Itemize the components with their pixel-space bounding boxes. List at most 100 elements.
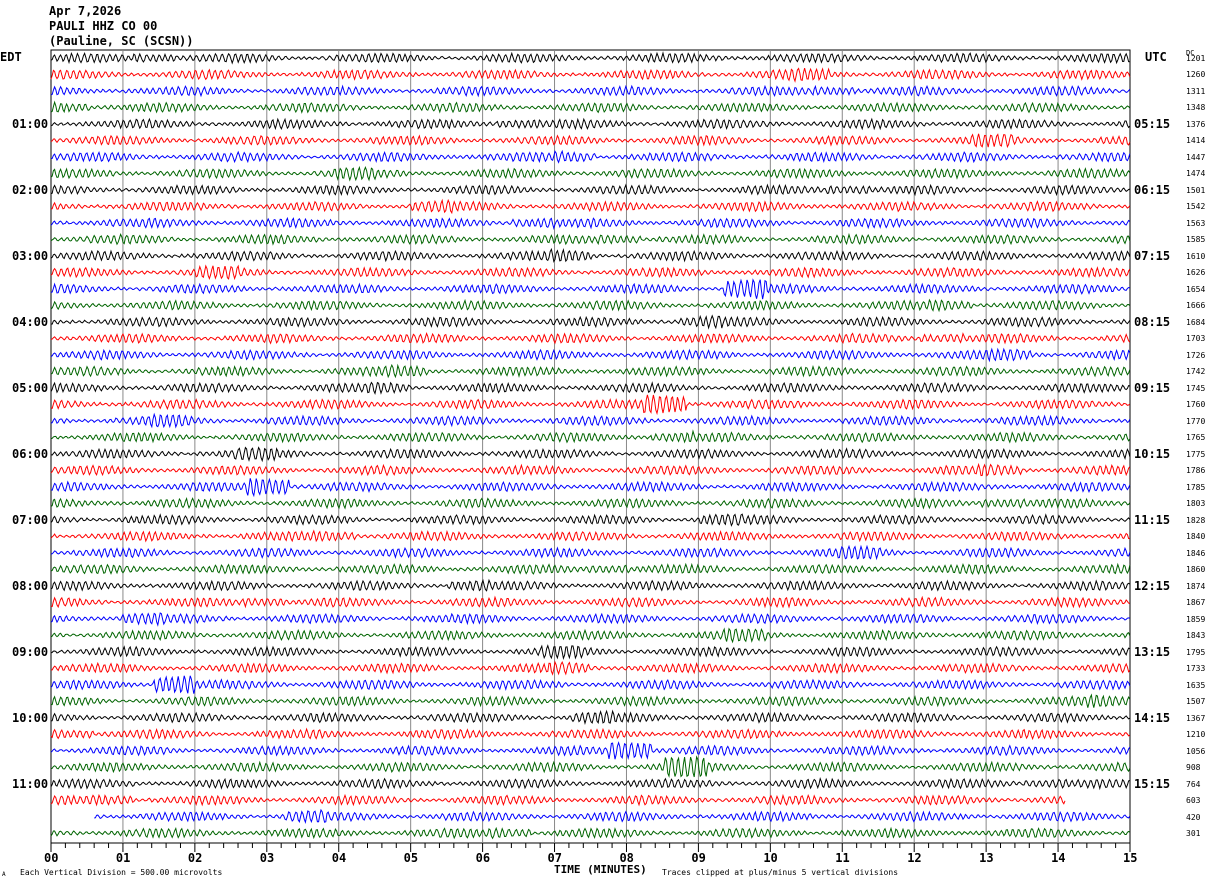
trace-row: [51, 117, 1131, 131]
dc-value: 1803: [1186, 499, 1206, 509]
trace-row: [50, 709, 1131, 726]
trace-row: [50, 232, 1131, 246]
dc-value: 1626: [1186, 268, 1206, 278]
x-tick-label: 06: [475, 851, 491, 865]
trace-row: [50, 332, 1131, 345]
trace-row: [50, 198, 1131, 215]
utc-hour-label: 14:15: [1134, 710, 1171, 725]
dc-value: 1786: [1186, 466, 1206, 476]
utc-hour-label: 10:15: [1134, 446, 1171, 461]
trace-row: [50, 67, 1131, 83]
dc-value: 1684: [1186, 317, 1206, 327]
dc-value: 1860: [1186, 565, 1206, 575]
dc-value: 1376: [1186, 119, 1206, 129]
utc-hour-label: 11:15: [1134, 512, 1171, 527]
trace-row: [94, 808, 1131, 824]
dc-value: 1260: [1186, 70, 1206, 80]
trace-row: [50, 183, 1130, 197]
utc-hour-label: 08:15: [1134, 314, 1171, 329]
trace-row: [50, 644, 1130, 660]
utc-hour-label: 15:15: [1134, 776, 1171, 791]
dc-value: 1775: [1186, 449, 1206, 459]
dc-value: 1742: [1186, 367, 1206, 377]
edt-hour-label: 03:00: [12, 248, 49, 263]
trace-row: [50, 84, 1131, 98]
edt-hour-label: 09:00: [12, 644, 49, 659]
dc-value: 1056: [1186, 746, 1206, 756]
utc-hour-label: 12:15: [1134, 578, 1171, 593]
trace-row: [50, 477, 1131, 498]
dc-value: 1414: [1186, 136, 1206, 146]
dc-value: 1635: [1186, 680, 1206, 690]
trace-row: [50, 529, 1130, 543]
dc-value: 1846: [1186, 548, 1206, 558]
trace-row: [50, 429, 1131, 444]
trace-row: [50, 381, 1130, 395]
edt-hour-label: 10:00: [12, 710, 49, 725]
trace-row: [50, 755, 1131, 778]
dc-value: 1867: [1186, 598, 1206, 608]
dc-value: 1666: [1186, 301, 1206, 311]
dc-value: 603: [1186, 796, 1201, 806]
dc-value: 1840: [1186, 532, 1206, 542]
edt-hour-label: 05:00: [12, 380, 49, 395]
trace-row: [50, 347, 1131, 363]
dc-value: 1367: [1186, 713, 1206, 723]
trace-row: [50, 627, 1131, 644]
trace-row: [50, 264, 1131, 281]
trace-row: [50, 165, 1131, 182]
dc-value: 1874: [1186, 581, 1206, 591]
trace-row: [50, 578, 1131, 592]
trace-row: [50, 133, 1131, 149]
trace-row: [50, 826, 1130, 840]
dc-value: 1563: [1186, 218, 1206, 228]
utc-hour-label: 06:15: [1134, 182, 1171, 197]
dc-value: 1843: [1186, 631, 1206, 641]
trace-row: [50, 278, 1130, 300]
dc-value: 764: [1186, 779, 1201, 789]
dc-value: 1210: [1186, 730, 1206, 740]
dc-value: 1201: [1186, 54, 1206, 63]
dc-value: 1765: [1186, 433, 1206, 443]
utc-hour-label: 07:15: [1134, 248, 1171, 263]
dc-value: 1585: [1186, 235, 1206, 245]
helicorder-plot: [50, 49, 1131, 852]
dc-value: 1501: [1186, 185, 1206, 195]
dc-value: 1760: [1186, 400, 1206, 410]
trace-row: [50, 660, 1131, 676]
dc-value: 1474: [1186, 169, 1206, 179]
trace-row: [50, 777, 1130, 791]
trace-row: [50, 727, 1131, 741]
trace-row: [50, 394, 1131, 416]
dc-value: 1348: [1186, 103, 1206, 113]
trace-row: [50, 544, 1131, 561]
dc-value: 1447: [1186, 152, 1206, 162]
x-tick-label: 04: [331, 851, 347, 865]
dc-value: 420: [1186, 812, 1201, 822]
dc-value: 1654: [1186, 284, 1206, 294]
x-axis-title: TIME (MINUTES): [554, 863, 647, 876]
trace-row: [50, 513, 1131, 527]
dc-value: 1733: [1186, 664, 1206, 674]
dc-value: 1828: [1186, 515, 1206, 525]
trace-row: [50, 562, 1131, 576]
trace-row: [50, 675, 1131, 694]
trace-row: [50, 446, 1131, 463]
dc-value: 1507: [1186, 697, 1206, 707]
trace-row: [50, 314, 1131, 330]
trace-row: [50, 100, 1131, 114]
dc-value: 1770: [1186, 416, 1206, 426]
utc-hour-label: 13:15: [1134, 644, 1171, 659]
dc-value: 1542: [1186, 202, 1206, 212]
trace-row: [50, 693, 1131, 708]
utc-hour-label: 05:15: [1134, 116, 1171, 131]
x-tick-label: 12: [907, 851, 922, 865]
x-tick-label: 01: [115, 851, 131, 865]
edt-hour-label: 11:00: [12, 776, 49, 791]
trace-row: [50, 412, 1131, 429]
trace-row: [50, 462, 1131, 477]
x-tick-label: 11: [835, 851, 850, 865]
edt-hour-label: 01:00: [12, 116, 49, 131]
trace-row: [50, 298, 1131, 313]
x-tick-label: 03: [259, 851, 275, 865]
